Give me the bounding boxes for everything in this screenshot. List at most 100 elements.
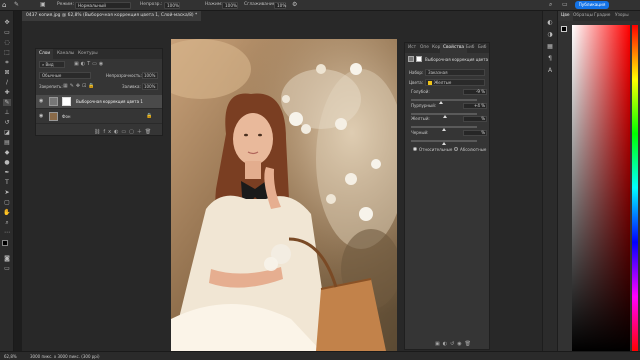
healing-brush-icon[interactable]: ✚ bbox=[3, 89, 11, 96]
slider-label: Голубой: bbox=[411, 89, 430, 94]
fill-field[interactable]: 100% bbox=[142, 83, 158, 90]
path-select-icon[interactable]: ➤ bbox=[3, 189, 11, 196]
hand-tool-icon[interactable]: ✋ bbox=[3, 209, 11, 216]
color-panel-icon[interactable]: ◐ bbox=[546, 19, 554, 26]
screen-mode-icon[interactable]: ▭ bbox=[3, 265, 11, 272]
tab-layers[interactable]: Слои bbox=[36, 49, 54, 59]
blur-tool-icon[interactable]: ◆ bbox=[3, 149, 11, 156]
radio-absolute[interactable] bbox=[454, 147, 458, 151]
filter-icons[interactable]: ▣◐T▭◉ bbox=[74, 61, 105, 67]
visibility-eye-icon[interactable]: ◉ bbox=[39, 113, 43, 119]
background-thumbnail bbox=[49, 112, 58, 121]
history-brush-icon[interactable]: ↺ bbox=[3, 119, 11, 126]
foreground-color-swatch[interactable] bbox=[2, 240, 8, 246]
eraser-icon[interactable]: ◪ bbox=[3, 129, 11, 136]
slider-value-black[interactable]: % bbox=[463, 130, 487, 136]
colors-select[interactable]: Желтые bbox=[425, 79, 485, 86]
frame-tool-icon[interactable]: ⊠ bbox=[3, 69, 11, 76]
object-select-icon[interactable]: ⬚ bbox=[3, 49, 11, 56]
slider-track[interactable] bbox=[411, 99, 477, 101]
clone-stamp-icon[interactable]: ⊥ bbox=[3, 109, 11, 116]
more-tools-icon[interactable]: ⋯ bbox=[3, 229, 11, 236]
slider-knob[interactable] bbox=[443, 115, 448, 118]
slider-knob[interactable] bbox=[442, 128, 446, 131]
glyphs-panel-icon[interactable]: A bbox=[546, 67, 554, 74]
slider-value-magenta[interactable]: +4 % bbox=[463, 103, 487, 109]
dodge-tool-icon[interactable]: ● bbox=[3, 159, 11, 166]
pressure-field[interactable]: 100% bbox=[222, 2, 238, 9]
preset-label: Набор: bbox=[409, 70, 424, 75]
hue-slider[interactable] bbox=[632, 25, 638, 351]
layer-name: Выборочная коррекция цвета 1 bbox=[76, 99, 143, 104]
lasso-tool-icon[interactable]: ◌ bbox=[3, 39, 11, 46]
lock-label: Закрепить: bbox=[39, 84, 63, 89]
layer-row-background[interactable]: ◉ Фон 🔒 bbox=[36, 110, 162, 124]
eyedropper-icon[interactable]: ∕ bbox=[3, 79, 11, 86]
adjustments-panel-icon[interactable]: ◑ bbox=[546, 31, 554, 38]
layer-row-selective-color[interactable]: ◉ Выборочная коррекция цвета 1 bbox=[36, 95, 162, 109]
slider-knob[interactable] bbox=[442, 142, 446, 145]
slider-unit: % bbox=[481, 103, 485, 108]
blend-mode-select[interactable]: Обычные bbox=[39, 72, 91, 79]
opacity-label: Непрозрачность: bbox=[106, 73, 142, 78]
document-tab[interactable]: 0437 копия.jpg @ 62,8% (Выборочная корре… bbox=[22, 11, 202, 21]
kind-filter-select[interactable]: ⌕ Вид bbox=[39, 61, 65, 68]
lock-icons[interactable]: ▦✎✥⊡🔒 bbox=[63, 83, 97, 89]
radio-relative[interactable] bbox=[413, 147, 417, 151]
mask-icon[interactable] bbox=[416, 56, 422, 62]
foreground-color-swatch[interactable] bbox=[561, 26, 567, 32]
document-tab-bar: 0437 копия.jpg @ 62,8% (Выборочная корре… bbox=[22, 11, 542, 21]
slider-label: Пурпурный: bbox=[411, 103, 437, 108]
tab-patterns[interactable]: Узоры bbox=[612, 11, 632, 21]
pen-tool-icon[interactable]: ✒ bbox=[3, 169, 11, 176]
mode-label: Режим: bbox=[57, 2, 74, 7]
slider-value-cyan[interactable]: -9 % bbox=[463, 89, 487, 95]
layer-mask-thumbnail[interactable] bbox=[62, 97, 71, 106]
publish-button[interactable]: Публикация bbox=[575, 1, 609, 9]
rectangle-tool-icon[interactable]: ▢ bbox=[3, 199, 11, 206]
tab-gradients[interactable]: Градие bbox=[591, 11, 613, 21]
paragraph-panel-icon[interactable]: ¶ bbox=[546, 55, 554, 62]
mode-select[interactable]: Нормальный bbox=[75, 2, 131, 9]
slider-unit: % bbox=[481, 116, 485, 121]
visibility-eye-icon[interactable]: ◉ bbox=[39, 98, 43, 104]
home-icon[interactable]: ⌂ bbox=[2, 1, 6, 9]
libraries-panel-icon[interactable]: ▦ bbox=[546, 43, 554, 50]
gear-icon[interactable]: ⚙ bbox=[292, 1, 297, 8]
tab-channels[interactable]: Каналы bbox=[54, 49, 77, 59]
opacity-field[interactable]: 100% bbox=[142, 72, 158, 79]
slider-knob[interactable] bbox=[439, 101, 444, 104]
tab-paths[interactable]: Контуры bbox=[75, 49, 101, 59]
layers-footer-icons[interactable]: ⛓fx◐▭▢＋🗑 bbox=[94, 128, 154, 135]
opacity-field[interactable]: 100% bbox=[164, 2, 180, 9]
move-tool-icon[interactable]: ✥ bbox=[3, 19, 11, 26]
brush-settings-icon[interactable]: ▣ bbox=[40, 1, 46, 8]
opacity-label: Непрозр.: bbox=[140, 2, 163, 7]
gradient-tool-icon[interactable]: ▤ bbox=[3, 139, 11, 146]
brush-tool-icon[interactable]: ✎ bbox=[3, 99, 11, 106]
preset-select[interactable]: Заказная bbox=[425, 69, 485, 76]
properties-footer-icons[interactable]: ▣◐↺◉🗑 bbox=[435, 341, 474, 347]
zoom-tool-icon[interactable]: ⌕ bbox=[3, 219, 11, 226]
workspace-icon[interactable]: ▭ bbox=[562, 1, 568, 8]
type-tool-icon[interactable]: T bbox=[3, 179, 11, 186]
slider-value-text: +4 bbox=[474, 103, 480, 108]
smoothing-field[interactable]: 10% bbox=[274, 2, 286, 9]
slider-value-yellow[interactable]: % bbox=[463, 116, 487, 122]
slider-label: Желтый: bbox=[411, 116, 430, 121]
kind-filter-value: Вид bbox=[45, 62, 54, 67]
portrait-photo bbox=[171, 39, 397, 351]
artboard-tool-icon[interactable]: ▭ bbox=[3, 29, 11, 36]
document-dimensions: 3000 пикс. x 3000 пикс. (300 ppi) bbox=[30, 354, 100, 359]
lock-icon: 🔒 bbox=[146, 113, 153, 119]
zoom-level[interactable]: 62,8% bbox=[4, 354, 17, 359]
quick-mask-icon[interactable]: ◙ bbox=[3, 255, 11, 262]
tools-panel: ✥ ▭ ◌ ⬚ ⌗ ⊠ ∕ ✚ ✎ ⊥ ↺ ◪ ▤ ◆ ● ✒ T ➤ ▢ ✋ … bbox=[0, 11, 14, 351]
crop-tool-icon[interactable]: ⌗ bbox=[3, 59, 11, 66]
tab-library-2[interactable]: Биб bbox=[475, 43, 489, 53]
search-icon[interactable]: ⌕ bbox=[549, 1, 552, 9]
color-field[interactable] bbox=[572, 25, 630, 351]
layers-panel-tabs: Слои Каналы Контуры bbox=[36, 49, 162, 59]
photo-canvas[interactable] bbox=[171, 39, 397, 351]
brush-preset-icon[interactable]: ✎ bbox=[14, 1, 19, 8]
